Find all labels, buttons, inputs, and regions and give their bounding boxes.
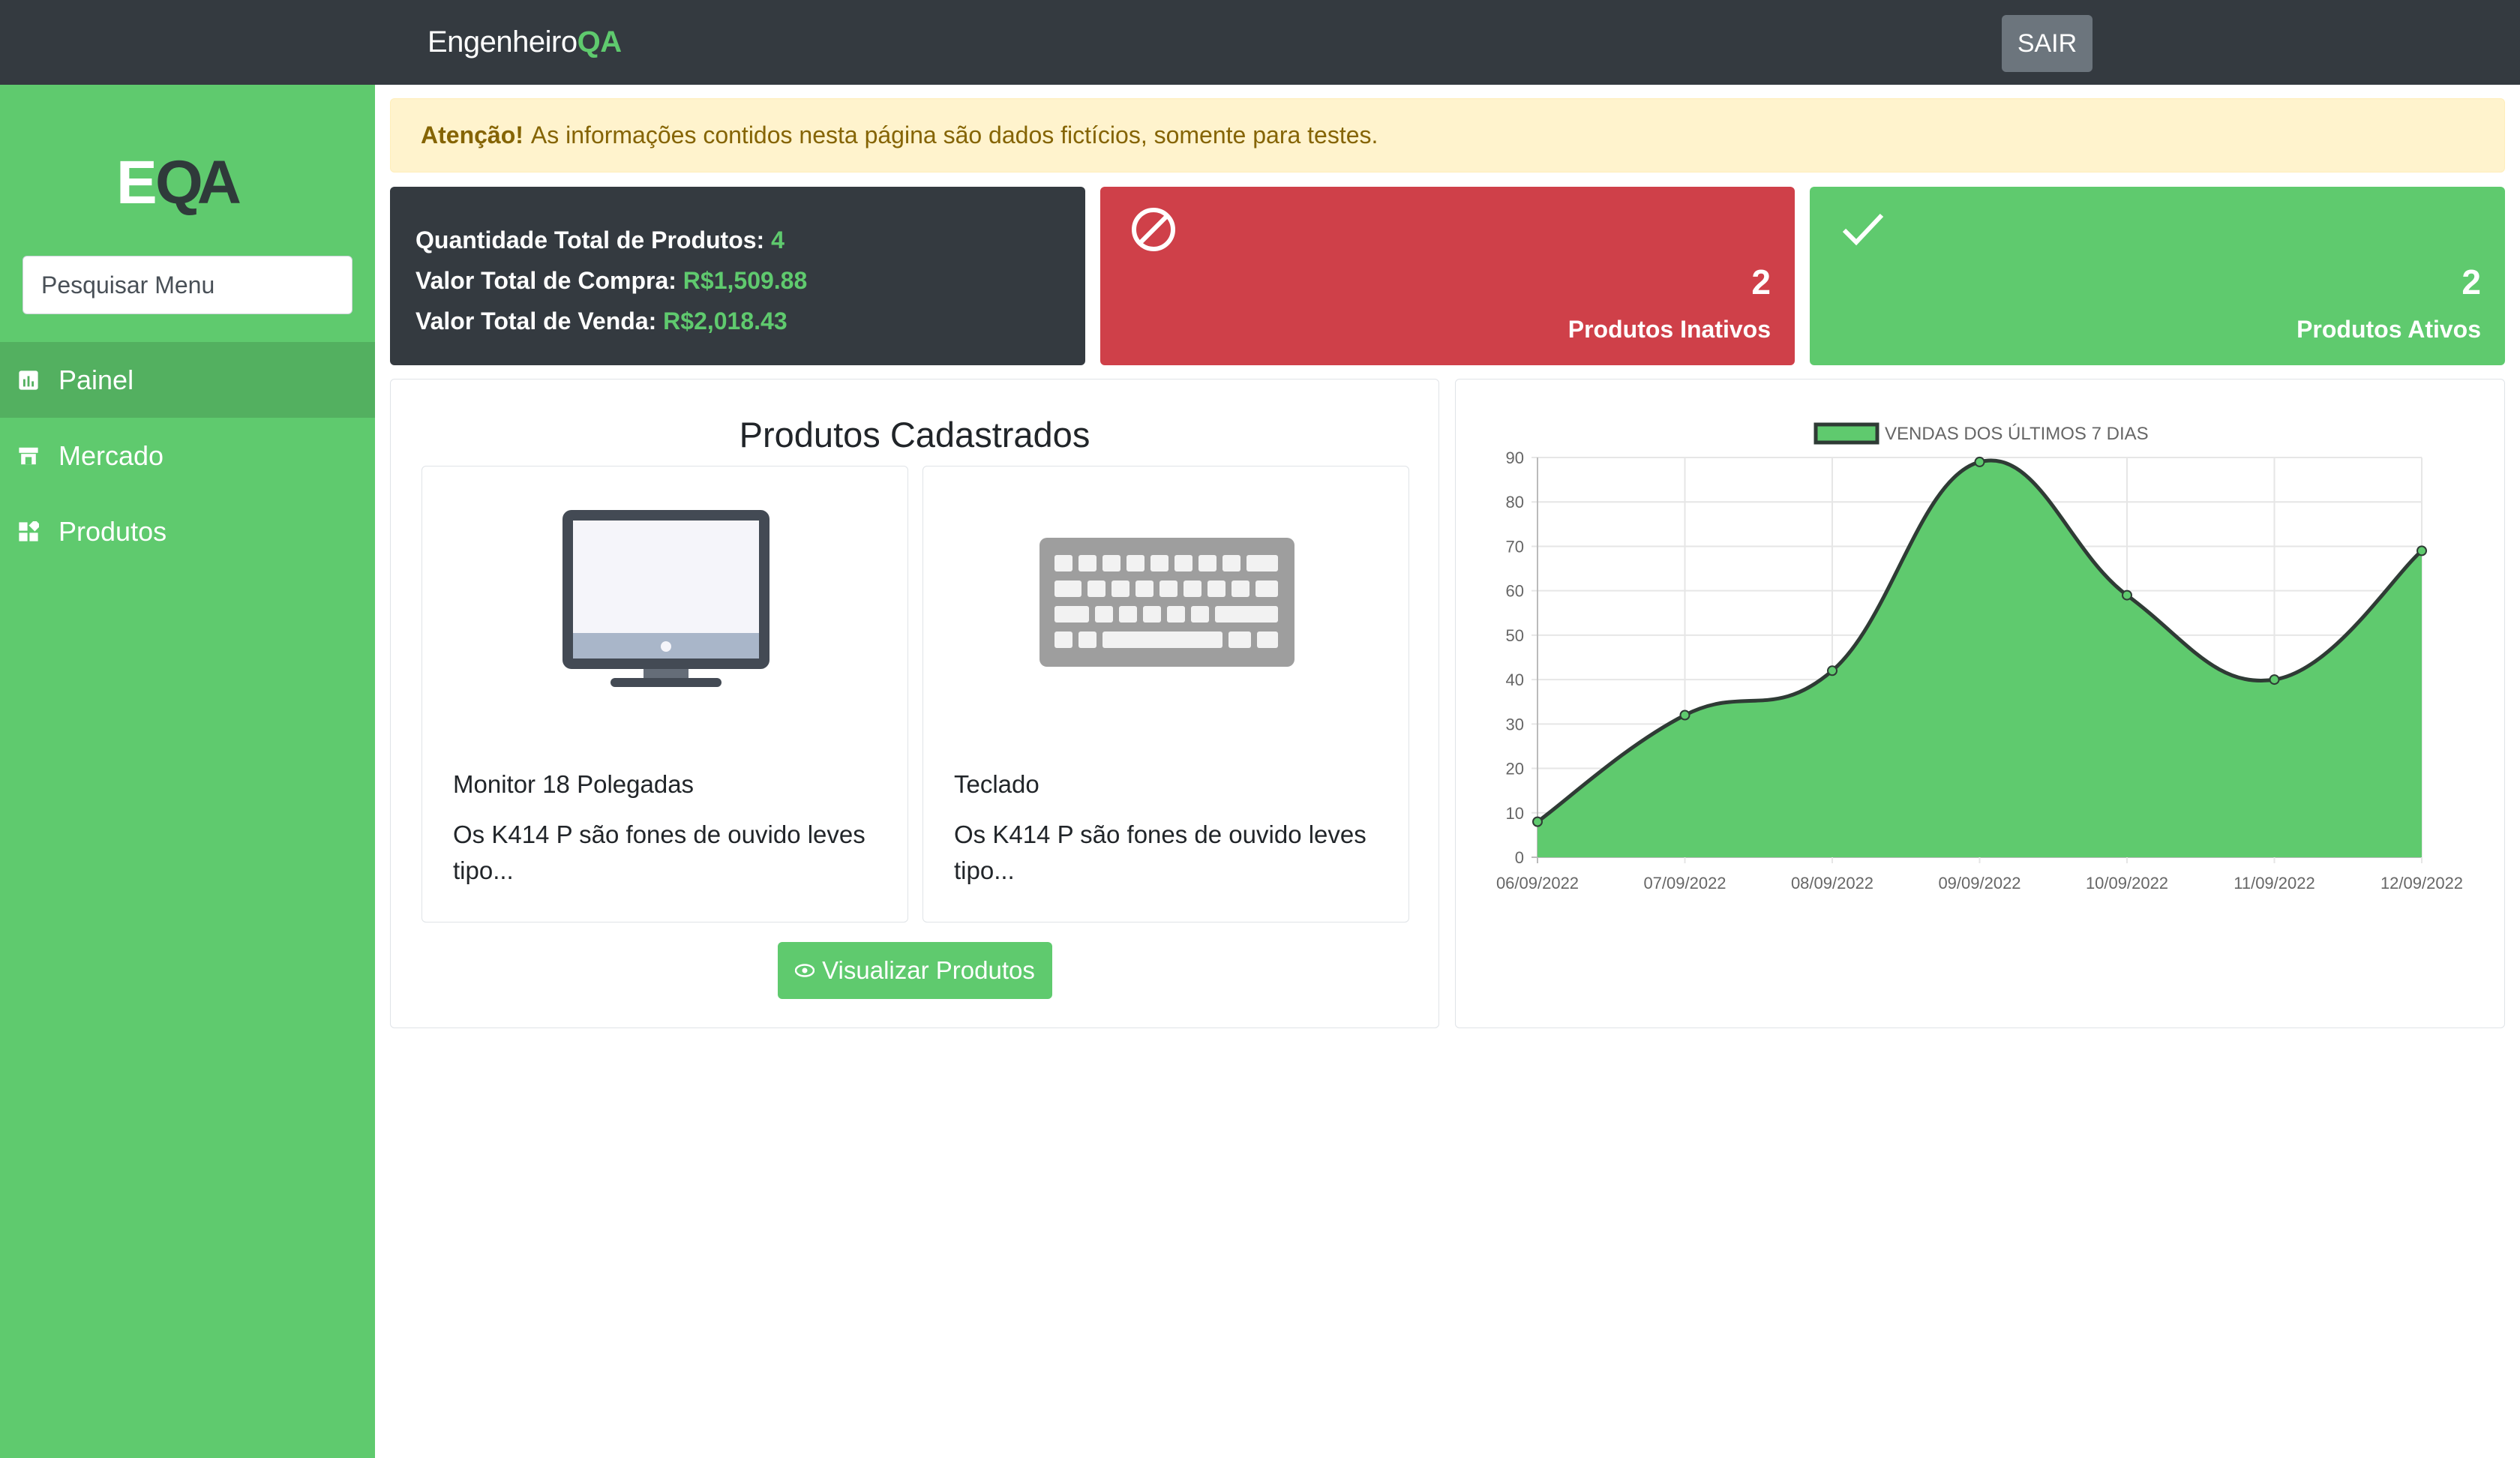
active-label: Produtos Ativos <box>2296 316 2481 343</box>
chart-icon <box>19 370 38 390</box>
product-description: Os K414 P são fones de ouvido leves tipo… <box>453 820 866 884</box>
product-card[interactable]: Teclado Os K414 P são fones de ouvido le… <box>922 466 1409 922</box>
warning-alert: Atenção! As informações contidos nesta p… <box>390 98 2505 172</box>
purchase-total-line: Valor Total de Compra: R$1,509.88 <box>416 260 1060 301</box>
menu-search-input[interactable] <box>22 256 352 314</box>
y-tick-label: 30 <box>1506 715 1524 734</box>
brand-title[interactable]: EngenheiroQA <box>428 26 622 59</box>
purchase-total-label: Valor Total de Compra: <box>416 267 676 294</box>
monitor-icon <box>562 510 770 687</box>
sidebar-item-label: Produtos <box>58 515 167 547</box>
alert-text: As informações contidos nesta página são… <box>530 122 1378 148</box>
product-name: Monitor 18 Polegadas <box>453 770 694 798</box>
inactive-count: 2 <box>1751 262 1771 302</box>
sidebar-item-painel[interactable]: Painel <box>0 342 375 418</box>
store-icon <box>19 447 38 464</box>
product-card[interactable]: Monitor 18 Polegadas Os K414 P são fones… <box>422 466 908 922</box>
data-point <box>2122 590 2132 601</box>
data-point <box>1532 816 1543 827</box>
y-tick-label: 70 <box>1506 537 1524 556</box>
product-description: Os K414 P são fones de ouvido leves tipo… <box>954 820 1366 884</box>
sidebar-item-label: Painel <box>58 364 134 395</box>
x-tick-label: 11/09/2022 <box>2234 874 2314 892</box>
y-tick-label: 0 <box>1515 848 1524 867</box>
check-icon <box>1842 213 1884 246</box>
alert-strong: Atenção! <box>421 122 524 148</box>
data-point <box>2269 674 2280 686</box>
y-tick-label: 80 <box>1506 493 1524 512</box>
x-tick-label: 09/09/2022 <box>1938 874 2020 892</box>
products-panel: Produtos Cadastrados Monitor 18 Polegada… <box>390 379 1439 1028</box>
sale-total-label: Valor Total de Venda: <box>416 308 657 334</box>
y-tick-label: 10 <box>1506 804 1524 823</box>
grid-icon <box>19 520 39 542</box>
x-tick-label: 07/09/2022 <box>1643 874 1726 892</box>
y-tick-label: 20 <box>1506 760 1524 778</box>
y-tick-label: 50 <box>1506 626 1524 645</box>
summary-card: Quantidade Total de Produtos: 4 Valor To… <box>390 187 1085 365</box>
inactive-label: Produtos Inativos <box>1568 316 1771 343</box>
data-point <box>1974 456 1985 467</box>
y-tick-label: 60 <box>1506 582 1524 601</box>
x-tick-label: 12/09/2022 <box>2380 874 2463 892</box>
legend-swatch <box>1814 422 1880 445</box>
eye-icon <box>795 964 815 977</box>
eqa-logo: E QA <box>116 151 247 217</box>
products-title: Produtos Cadastrados <box>739 415 1090 454</box>
legend-label: VENDAS DOS ÚLTIMOS 7 DIAS <box>1885 424 2149 444</box>
ban-icon <box>1132 208 1175 251</box>
brand-name: Engenheiro <box>428 26 578 58</box>
sidebar-item-produtos[interactable]: Produtos <box>0 494 375 569</box>
y-tick-label: 40 <box>1506 670 1524 689</box>
svg-text:E: E <box>116 151 155 217</box>
keyboard-icon <box>1040 538 1294 667</box>
active-products-card: 2 Produtos Ativos <box>1810 187 2505 365</box>
sidebar-item-mercado[interactable]: Mercado <box>0 418 375 494</box>
product-name: Teclado <box>954 770 1040 798</box>
total-products-label: Quantidade Total de Produtos: <box>416 226 765 254</box>
x-tick-label: 06/09/2022 <box>1496 874 1579 892</box>
data-point <box>2416 545 2427 556</box>
total-products-value: 4 <box>771 226 784 254</box>
sales-area-fill <box>1538 460 2422 857</box>
data-point <box>1827 665 1838 676</box>
y-tick-label: 90 <box>1506 448 1524 467</box>
x-tick-label: 10/09/2022 <box>2086 874 2168 892</box>
active-count: 2 <box>2462 262 2481 302</box>
inactive-products-card: 2 Produtos Inativos <box>1100 187 1795 365</box>
sale-total-line: Valor Total de Venda: R$2,018.43 <box>416 301 1060 341</box>
svg-text:QA: QA <box>155 151 241 217</box>
view-products-label: Visualizar Produtos <box>822 956 1035 984</box>
x-tick-label: 08/09/2022 <box>1791 874 1874 892</box>
sale-total-value: R$2,018.43 <box>663 308 788 334</box>
sidebar-item-label: Mercado <box>58 440 164 471</box>
data-point <box>1679 710 1690 721</box>
sales-chart-panel: 0 10 20 30 40 50 60 70 80 90 06/09/2022 07/09/2022 0… <box>1455 379 2505 1028</box>
total-products-line: Quantidade Total de Produtos: 4 <box>416 220 1060 260</box>
logout-button[interactable]: SAIR <box>2002 15 2092 72</box>
purchase-total-value: R$1,509.88 <box>682 267 808 294</box>
brand-accent: QA <box>577 26 622 58</box>
sales-chart: 0 10 20 30 40 50 60 70 80 90 06/09/2022 07/09/2022 0… <box>1496 422 2463 892</box>
sidebar: E QA Painel Mercado Produtos <box>0 85 375 1458</box>
view-products-button[interactable]: Visualizar Produtos <box>778 942 1052 999</box>
top-navbar: EngenheiroQA SAIR <box>0 0 2520 85</box>
